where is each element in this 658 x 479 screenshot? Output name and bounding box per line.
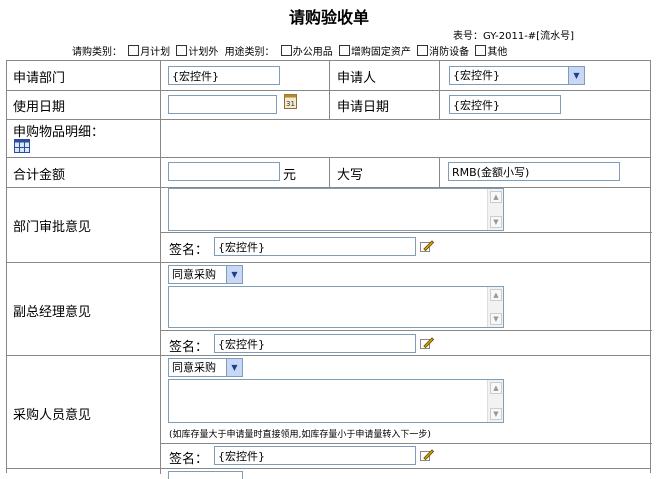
calendar-icon[interactable]: 31 bbox=[284, 93, 297, 109]
usage-type-label: 用途类别： bbox=[224, 47, 275, 58]
buyer-opinion-textarea[interactable]: ▲ ▼ bbox=[168, 379, 504, 423]
svg-text:31: 31 bbox=[286, 100, 295, 108]
scrollbar[interactable]: ▲ ▼ bbox=[487, 189, 503, 230]
fire-equipment-label: 消防设备 bbox=[429, 47, 470, 58]
vp-approval-label: 副总经理意见 bbox=[13, 305, 92, 320]
dept-sign-label: 签名： bbox=[169, 243, 209, 258]
apply-date-label: 申请日期 bbox=[337, 100, 390, 115]
dept-sign-input[interactable]: {宏控件} bbox=[214, 237, 416, 256]
buyer-opinion-select[interactable]: 同意采购 ▼ bbox=[168, 358, 243, 377]
total-label: 合计金额 bbox=[13, 168, 66, 183]
page-title: 请购验收单 bbox=[288, 8, 369, 27]
dept-label: 申请部门 bbox=[13, 71, 66, 86]
chevron-down-icon: ▼ bbox=[568, 67, 584, 84]
other-label: 其他 bbox=[487, 47, 508, 58]
purchase-type-label: 请购类别： bbox=[72, 47, 122, 58]
edit-icon[interactable] bbox=[420, 336, 434, 349]
buyer-note: (如库存量大于申请量时直接领用,如库存量小于申请量转入下一步) bbox=[169, 430, 431, 440]
use-date-label: 使用日期 bbox=[13, 100, 66, 115]
dept-opinion-textarea[interactable]: ▲ ▼ bbox=[168, 188, 504, 231]
buyer-approval-label: 采购人员意见 bbox=[13, 408, 92, 423]
scrollbar[interactable]: ▲ ▼ bbox=[487, 380, 503, 422]
scrollbar[interactable]: ▲ ▼ bbox=[487, 287, 503, 327]
vp-opinion-select[interactable]: 同意采购 ▼ bbox=[168, 265, 243, 284]
use-date-input[interactable] bbox=[168, 95, 277, 114]
checkbox-monthly-plan[interactable] bbox=[128, 45, 140, 56]
edit-icon[interactable] bbox=[420, 239, 434, 252]
applicant-select[interactable]: {宏控件} ▼ bbox=[449, 66, 585, 85]
total-input[interactable] bbox=[168, 162, 280, 181]
dept-input[interactable]: {宏控件} bbox=[168, 66, 280, 85]
edit-icon[interactable] bbox=[420, 448, 434, 461]
items-label: 申购物品明细： bbox=[13, 125, 105, 140]
chevron-down-icon: ▼ bbox=[226, 359, 242, 376]
vp-sign-label: 签名： bbox=[169, 340, 209, 355]
applicant-label: 申请人 bbox=[337, 71, 377, 86]
capital-input[interactable]: RMB(金额小写) bbox=[448, 162, 620, 181]
checkbox-office-supplies[interactable] bbox=[280, 45, 292, 56]
applicant-select-value: {宏控件} bbox=[453, 69, 500, 82]
form-number: 表号：GY-2011-#[流水号] bbox=[452, 31, 574, 42]
checkbox-fixed-assets[interactable] bbox=[338, 45, 350, 56]
apply-date-input[interactable]: {宏控件} bbox=[449, 95, 561, 114]
next-opinion-select[interactable] bbox=[168, 471, 243, 479]
total-unit: 元 bbox=[283, 168, 297, 183]
category-row: 请购类别： 月计划 计划外 用途类别： 办公用品 增购固定资产 消防设备 其他 bbox=[72, 43, 507, 58]
checkbox-fire-equipment[interactable] bbox=[417, 45, 429, 56]
buyer-opinion-value: 同意采购 bbox=[172, 361, 216, 374]
table-icon[interactable] bbox=[14, 139, 30, 153]
vp-opinion-value: 同意采购 bbox=[172, 268, 216, 281]
vp-sign-input[interactable]: {宏控件} bbox=[214, 334, 416, 353]
capital-label: 大写 bbox=[337, 168, 364, 183]
vp-opinion-textarea[interactable]: ▲ ▼ bbox=[168, 286, 504, 328]
buyer-sign-label: 签名： bbox=[169, 452, 209, 467]
checkbox-unplanned[interactable] bbox=[176, 45, 188, 56]
chevron-down-icon: ▼ bbox=[226, 266, 242, 283]
monthly-plan-label: 月计划 bbox=[140, 47, 171, 58]
office-supplies-label: 办公用品 bbox=[292, 47, 333, 58]
checkbox-other[interactable] bbox=[475, 45, 487, 56]
unplanned-label: 计划外 bbox=[188, 47, 219, 58]
buyer-sign-input[interactable]: {宏控件} bbox=[214, 446, 416, 465]
fixed-assets-label: 增购固定资产 bbox=[350, 47, 411, 58]
dept-approval-label: 部门审批意见 bbox=[13, 220, 92, 235]
form-table: 申请部门 {宏控件} 申请人 {宏控件} ▼ 使用日期 31 申请日期 {宏控件… bbox=[6, 60, 652, 479]
